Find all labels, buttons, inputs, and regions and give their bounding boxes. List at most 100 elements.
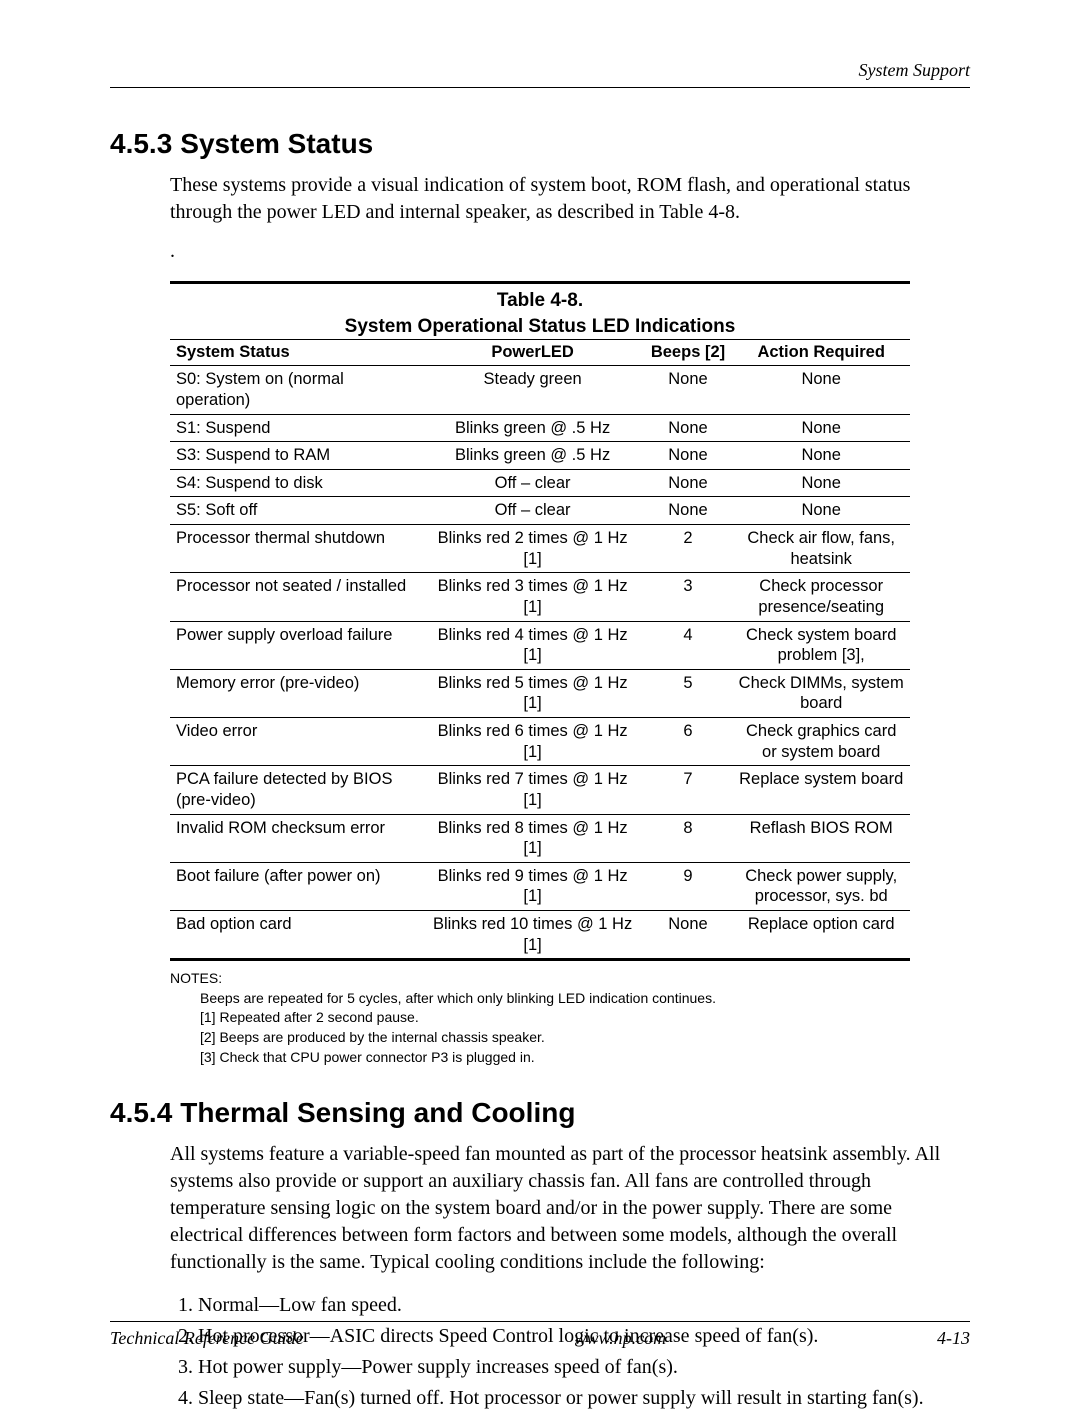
cell-ar: Replace option card <box>732 911 910 960</box>
cell-bp: 4 <box>644 621 733 669</box>
note-item: [1] Repeated after 2 second pause. <box>200 1008 910 1028</box>
table-row: Invalid ROM checksum errorBlinks red 8 t… <box>170 814 910 862</box>
cell-pl: Off – clear <box>422 469 644 497</box>
cell-pl: Blinks red 5 times @ 1 Hz [1] <box>422 669 644 717</box>
cell-bp: 8 <box>644 814 733 862</box>
cell-bp: None <box>644 911 733 960</box>
stray-period: . <box>170 240 970 263</box>
col-beeps: Beeps [2] <box>644 340 733 366</box>
note-item: [2] Beeps are produced by the internal c… <box>200 1028 910 1048</box>
cell-bp: 7 <box>644 766 733 814</box>
cell-ar: Check DIMMs, system board <box>732 669 910 717</box>
cell-pl: Blinks red 4 times @ 1 Hz [1] <box>422 621 644 669</box>
cell-ss: S1: Suspend <box>170 414 422 442</box>
table-row: Bad option cardBlinks red 10 times @ 1 H… <box>170 911 910 960</box>
cell-ss: S3: Suspend to RAM <box>170 442 422 470</box>
footer-center: www.hp.com <box>574 1328 666 1349</box>
table-row: S0: System on (normal operation)Steady g… <box>170 366 910 414</box>
cell-ss: Video error <box>170 718 422 766</box>
cell-bp: 3 <box>644 573 733 621</box>
cell-pl: Blinks red 6 times @ 1 Hz [1] <box>422 718 644 766</box>
cell-ar: None <box>732 414 910 442</box>
section2-paragraph: All systems feature a variable-speed fan… <box>170 1141 970 1276</box>
cell-pl: Blinks red 2 times @ 1 Hz [1] <box>422 525 644 573</box>
cell-ss: PCA failure detected by BIOS (pre-video) <box>170 766 422 814</box>
cell-ar: Check air flow, fans, heatsink <box>732 525 910 573</box>
table-row: S5: Soft offOff – clearNoneNone <box>170 497 910 525</box>
cell-ar: Check system board problem [3], <box>732 621 910 669</box>
footer-right: 4-13 <box>937 1328 970 1349</box>
cell-ss: Invalid ROM checksum error <box>170 814 422 862</box>
cell-ar: None <box>732 366 910 414</box>
section-heading-thermal: 4.5.4 Thermal Sensing and Cooling <box>110 1097 970 1129</box>
cell-bp: None <box>644 414 733 442</box>
cell-bp: 5 <box>644 669 733 717</box>
header-right-text: System Support <box>859 60 971 80</box>
cell-ss: Memory error (pre-video) <box>170 669 422 717</box>
cell-bp: 2 <box>644 525 733 573</box>
list-item: Normal—Low fan speed. <box>198 1290 970 1321</box>
cell-ar: Replace system board <box>732 766 910 814</box>
cell-ss: Power supply overload failure <box>170 621 422 669</box>
table-caption-line2: System Operational Status LED Indication… <box>345 316 736 337</box>
cell-ar: Reflash BIOS ROM <box>732 814 910 862</box>
cell-pl: Blinks red 9 times @ 1 Hz [1] <box>422 862 644 910</box>
cell-ar: Check processor presence/seating <box>732 573 910 621</box>
table-4-8: Table 4-8. System Operational Status LED… <box>170 281 910 961</box>
footer-left: Technical Reference Guide <box>110 1328 304 1349</box>
cell-bp: None <box>644 497 733 525</box>
table-row: Memory error (pre-video)Blinks red 5 tim… <box>170 669 910 717</box>
section-number: 4.5.3 <box>110 128 172 159</box>
cell-ss: S5: Soft off <box>170 497 422 525</box>
section-title: System Status <box>180 128 373 159</box>
cell-ss: Bad option card <box>170 911 422 960</box>
cell-ar: None <box>732 497 910 525</box>
table-caption: Table 4-8. System Operational Status LED… <box>170 281 910 339</box>
col-system-status: System Status <box>170 340 422 366</box>
cell-pl: Blinks red 10 times @ 1 Hz [1] <box>422 911 644 960</box>
cell-pl: Blinks green @ .5 Hz <box>422 414 644 442</box>
cell-ar: Check power supply, processor, sys. bd <box>732 862 910 910</box>
col-powerled: PowerLED <box>422 340 644 366</box>
cell-pl: Blinks red 3 times @ 1 Hz [1] <box>422 573 644 621</box>
cell-ss: Processor not seated / installed <box>170 573 422 621</box>
section1-paragraph: These systems provide a visual indicatio… <box>170 172 970 226</box>
note-item: [3] Check that CPU power connector P3 is… <box>200 1048 910 1068</box>
table-row: S1: SuspendBlinks green @ .5 HzNoneNone <box>170 414 910 442</box>
section-title: Thermal Sensing and Cooling <box>180 1097 575 1128</box>
section-heading-system-status: 4.5.3 System Status <box>110 128 970 160</box>
list-item: Sleep state—Fan(s) turned off. Hot proce… <box>198 1383 970 1414</box>
cell-ar: Check graphics card or system board <box>732 718 910 766</box>
page-footer: Technical Reference Guide www.hp.com 4-1… <box>110 1321 970 1349</box>
cell-ss: S0: System on (normal operation) <box>170 366 422 414</box>
note-item: Beeps are repeated for 5 cycles, after w… <box>200 989 910 1009</box>
table-notes: NOTES: Beeps are repeated for 5 cycles, … <box>170 969 910 1067</box>
table-row: S3: Suspend to RAMBlinks green @ .5 HzNo… <box>170 442 910 470</box>
cell-bp: None <box>644 442 733 470</box>
section-number: 4.5.4 <box>110 1097 172 1128</box>
cell-pl: Blinks green @ .5 Hz <box>422 442 644 470</box>
table-row: Boot failure (after power on)Blinks red … <box>170 862 910 910</box>
table-row: Power supply overload failureBlinks red … <box>170 621 910 669</box>
table-row: Processor thermal shutdownBlinks red 2 t… <box>170 525 910 573</box>
cell-pl: Blinks red 8 times @ 1 Hz [1] <box>422 814 644 862</box>
table-row: Processor not seated / installedBlinks r… <box>170 573 910 621</box>
page-header: System Support <box>110 60 970 88</box>
cell-bp: 6 <box>644 718 733 766</box>
notes-lead: NOTES: <box>170 969 910 989</box>
table-header-row: System Status PowerLED Beeps [2] Action … <box>170 340 910 366</box>
cooling-conditions-list: Normal—Low fan speed.Hot processor—ASIC … <box>170 1290 970 1414</box>
cell-bp: None <box>644 469 733 497</box>
cell-ar: None <box>732 442 910 470</box>
table-caption-line1: Table 4-8. <box>497 290 583 311</box>
cell-ss: Boot failure (after power on) <box>170 862 422 910</box>
table-row: Video errorBlinks red 6 times @ 1 Hz [1]… <box>170 718 910 766</box>
list-item: Hot power supply—Power supply increases … <box>198 1352 970 1383</box>
cell-ss: Processor thermal shutdown <box>170 525 422 573</box>
table-row: S4: Suspend to diskOff – clearNoneNone <box>170 469 910 497</box>
table-row: PCA failure detected by BIOS (pre-video)… <box>170 766 910 814</box>
cell-pl: Blinks red 7 times @ 1 Hz [1] <box>422 766 644 814</box>
col-action-required: Action Required <box>732 340 910 366</box>
page: System Support 4.5.3 System Status These … <box>0 0 1080 1397</box>
cell-pl: Off – clear <box>422 497 644 525</box>
